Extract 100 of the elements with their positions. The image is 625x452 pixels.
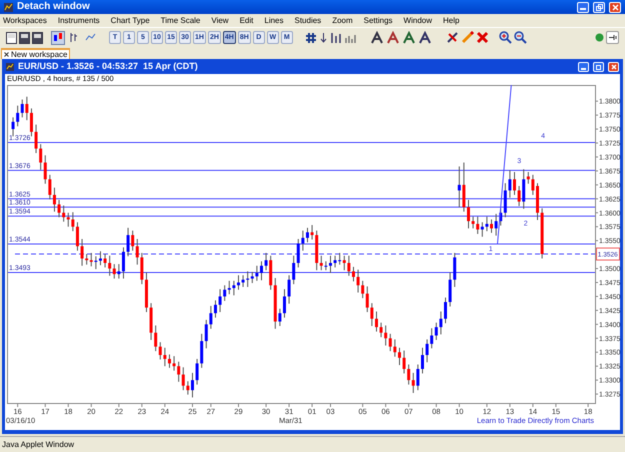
level-line[interactable] [8,206,596,208]
candlestick [434,322,438,340]
candlestick [393,338,396,358]
candlestick-chart-button[interactable] [51,30,65,44]
drawing-tool-icon[interactable] [418,30,432,44]
candlestick [264,252,268,271]
restore-button[interactable] [593,2,605,12]
status-bar-text: Java Applet Window [2,440,74,448]
minimize-icon [581,68,586,70]
minimize-icon [580,8,586,11]
candlestick [117,264,120,280]
candlestick [462,162,466,212]
level-line[interactable] [8,142,596,143]
candlestick [209,305,212,330]
menu-item[interactable]: View [211,16,229,24]
candlestick [453,252,456,288]
candlestick [204,319,208,349]
candlestick [420,347,424,374]
workspace-tab[interactable]: New workspace [1,48,70,59]
candlestick [20,99,24,118]
candlestick [104,254,107,268]
zoom-in-icon[interactable] [498,31,512,44]
candlestick [122,246,125,280]
zoom-out-icon[interactable] [514,31,527,44]
candlestick [512,172,516,196]
level-line[interactable] [8,272,596,273]
candlestick [196,358,199,386]
candlestick [288,274,291,304]
close-icon[interactable] [4,52,9,57]
menu-item[interactable]: Edit [240,16,254,24]
delete-line-icon[interactable] [446,31,459,44]
pin-icon [608,33,617,42]
close-icon [610,64,616,70]
candlestick [380,322,383,338]
candlestick [25,96,28,121]
candlestick [131,230,134,252]
candlestick [48,174,52,200]
close-icon [612,4,618,10]
drawing-tool-icon[interactable] [370,30,384,44]
candlestick [242,274,245,288]
candlestick [430,328,434,349]
candlestick [172,356,176,372]
app-icon [4,2,13,12]
candlestick [214,300,217,318]
study-icon[interactable] [330,32,342,44]
restore-button[interactable] [593,62,604,72]
candlestick [34,124,38,154]
candlestick [85,254,88,266]
candlestick [163,347,166,367]
candlestick [476,216,480,234]
menu-item[interactable]: Lines [264,16,284,24]
candlestick [490,218,493,234]
candlestick [384,324,388,346]
close-button[interactable] [608,62,619,72]
menu-item[interactable]: Workspaces [3,16,47,24]
level-line[interactable] [8,216,596,217]
close-button[interactable] [609,2,621,12]
menu-item[interactable]: Chart Type [110,16,150,24]
candlestick [306,227,309,243]
menu-item[interactable]: Time Scale [160,16,200,24]
candlestick [228,280,231,295]
candlestick [71,212,74,232]
trend-line[interactable] [496,84,512,244]
menu-item[interactable]: Studies [294,16,322,24]
candlestick [466,199,470,229]
menu-item[interactable]: Window [404,16,432,24]
candlestick [444,297,447,324]
save-icon[interactable] [19,32,30,44]
pencil-icon[interactable] [460,31,474,44]
grid-icon[interactable] [304,32,317,44]
candlestick [232,280,236,296]
save-icon[interactable] [32,32,43,44]
candlestick [186,380,190,396]
new-file-icon[interactable] [6,32,17,44]
candlestick [80,238,84,266]
menu-item[interactable]: Settings [364,16,393,24]
candlestick [278,308,282,327]
arrow-down-icon[interactable] [318,32,328,44]
level-line[interactable] [8,170,596,171]
minimize-button[interactable] [577,2,589,12]
candlestick [480,222,484,238]
candlestick [200,333,204,368]
candlestick [255,265,258,282]
menu-item[interactable]: Instruments [58,16,100,24]
restore-icon [596,4,602,10]
candlestick [282,288,286,318]
window-title: Detach window [17,2,90,12]
candlestick [426,338,429,363]
candlestick [526,172,530,184]
candlestick [168,354,171,368]
candlestick [448,272,452,307]
candlestick [374,311,378,332]
pin-button[interactable] [606,31,619,44]
minimize-button[interactable] [578,62,589,72]
delete-icon[interactable] [476,31,489,44]
menu-item[interactable]: Help [443,16,460,24]
drawing-tool-icon[interactable] [386,30,400,44]
menu-item[interactable]: Zoom [332,16,353,24]
candlestick [504,182,507,218]
drawing-tool-icon[interactable] [402,30,416,44]
